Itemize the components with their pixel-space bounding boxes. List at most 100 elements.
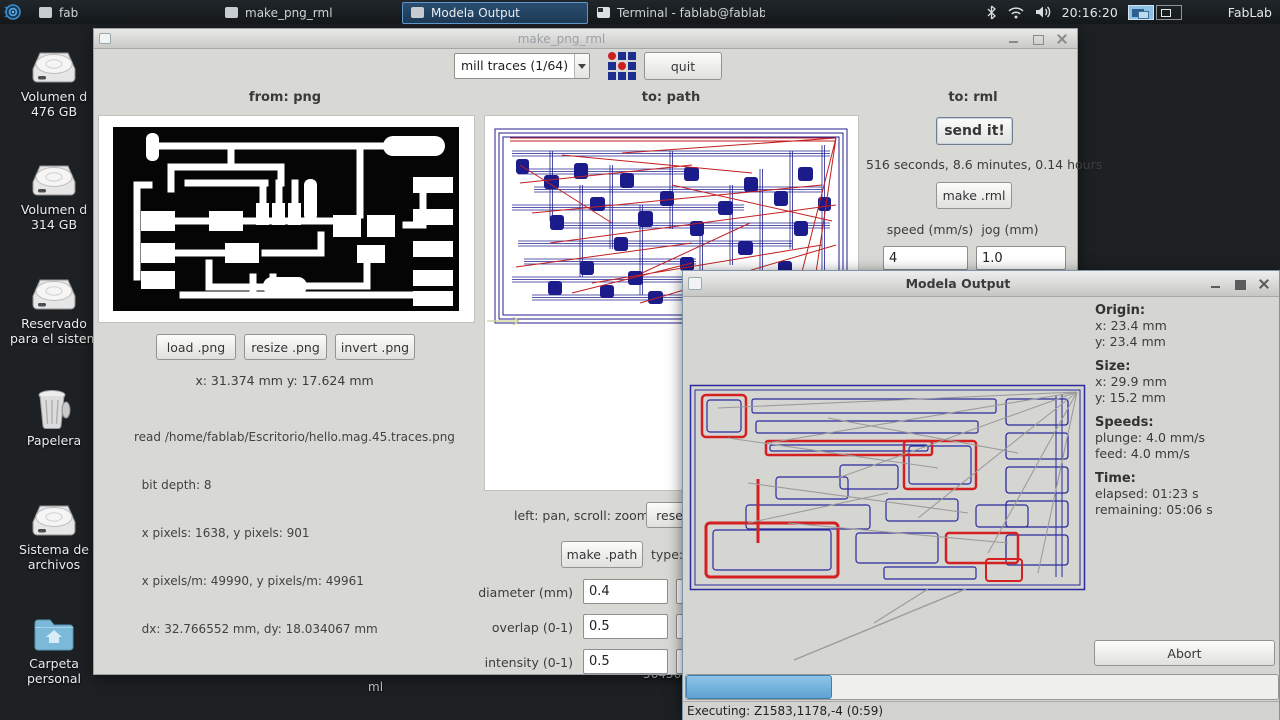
taskbar: fab make_png_rml Modela Output Terminal …	[0, 0, 1280, 24]
make-path-label: make .path	[566, 547, 638, 562]
icon-label-line: Volumen d	[20, 89, 88, 104]
overlap-input[interactable]	[583, 614, 668, 639]
workspace-2[interactable]	[1155, 4, 1182, 20]
titlebar[interactable]: Modela Output	[683, 271, 1279, 297]
png-image-panel[interactable]	[98, 115, 475, 323]
send-it-button[interactable]: send it!	[936, 117, 1013, 145]
speeds-header: Speeds:	[1095, 415, 1154, 430]
close-icon[interactable]	[1055, 33, 1069, 45]
wifi-icon[interactable]	[1007, 5, 1025, 19]
make-path-button[interactable]: make .path	[561, 541, 643, 568]
make-rml-label: make .rml	[942, 188, 1006, 203]
to-rml-header: to: rml	[948, 90, 998, 105]
intensity-label: intensity (0-1)	[484, 655, 573, 670]
process-select[interactable]: mill traces (1/64)	[454, 53, 590, 79]
desktop-icon-trash[interactable]: Papelera	[10, 388, 98, 448]
origin-arrow-icon	[487, 316, 520, 326]
load-png-button[interactable]: load .png	[156, 334, 236, 360]
taskbar-window-label: make_png_rml	[245, 5, 333, 20]
window-icon	[39, 7, 52, 18]
icon-label-line: personal	[27, 671, 81, 686]
png-info-line: x pixels/m: 49990, y pixels/m: 49961	[134, 574, 364, 588]
quit-button-label: quit	[670, 58, 696, 74]
taskbar-window-fab[interactable]: fab	[30, 2, 216, 24]
plunge-speed: plunge: 4.0 mm/s	[1095, 430, 1205, 445]
window-icon	[225, 7, 238, 18]
png-info-block: read /home/fablab/Escritorio/hello.mag.4…	[134, 397, 455, 669]
resize-png-label: resize .png	[251, 339, 320, 355]
invert-png-button[interactable]: invert .png	[335, 334, 415, 360]
jog-label: jog (mm)	[981, 222, 1039, 237]
intensity-input[interactable]	[583, 649, 668, 674]
icon-label-line: 314 GB	[30, 217, 78, 232]
to-path-header: to: path	[641, 90, 701, 105]
make-rml-button[interactable]: make .rml	[936, 182, 1012, 209]
invert-png-label: invert .png	[340, 339, 410, 355]
size-header: Size:	[1095, 359, 1131, 374]
maximize-icon[interactable]	[1031, 33, 1045, 45]
maximize-icon[interactable]	[1233, 278, 1247, 290]
desktop-icon-reservado[interactable]: Reservado para el sistem	[10, 275, 98, 346]
app-logo-icon[interactable]	[4, 3, 22, 21]
desktop-icon-home[interactable]: Carpeta personal	[10, 615, 98, 686]
png-info-line: bit depth: 8	[134, 478, 212, 492]
taskbar-window-terminal[interactable]: Terminal - fablab@fablab-...	[588, 2, 774, 24]
taskbar-window-make-png-rml[interactable]: make_png_rml	[216, 2, 402, 24]
desktop-screen: fab make_png_rml Modela Output Terminal …	[0, 0, 1280, 720]
dropdown-arrow-icon[interactable]	[574, 54, 589, 78]
workspace-switcher[interactable]	[1127, 4, 1182, 20]
process-select-value: mill traces (1/64)	[461, 58, 569, 73]
png-info-line: x pixels: 1638, y pixels: 901	[134, 526, 310, 540]
progress-bar	[685, 674, 1279, 700]
time-remaining: remaining: 05:06 s	[1095, 502, 1213, 517]
rml-time-estimate: 516 seconds, 8.6 minutes, 0.14 hours	[866, 157, 1103, 172]
taskbar-window-modela-output[interactable]: Modela Output	[402, 1, 588, 24]
send-it-label: send it!	[944, 123, 1005, 139]
icon-label-line: Sistema de	[19, 542, 89, 557]
icon-label-line: archivos	[27, 557, 81, 572]
job-info-panel: Origin: x: 23.4 mm y: 23.4 mm Size: x: 2…	[1095, 303, 1277, 527]
minimize-icon[interactable]	[1007, 33, 1021, 45]
progress-fill	[686, 675, 833, 699]
drive-icon	[32, 52, 76, 83]
minimize-icon[interactable]	[1209, 278, 1223, 290]
taskbar-window-label: Modela Output	[431, 5, 520, 20]
milling-progress-plot	[689, 384, 1086, 661]
terminal-icon	[597, 7, 610, 18]
origin-y: y: 23.4 mm	[1095, 334, 1166, 349]
pcb-png-image	[113, 127, 459, 311]
icon-label-line: Papelera	[26, 433, 82, 448]
abort-label: Abort	[1167, 645, 1202, 661]
diameter-input[interactable]	[583, 579, 668, 604]
status-bar: Executing: Z1583,1178,-4 (0:59)	[683, 701, 1279, 720]
jog-input[interactable]	[976, 246, 1066, 270]
window-icon	[688, 277, 702, 290]
titlebar[interactable]: make_png_rml	[94, 29, 1077, 49]
drive-icon	[32, 165, 76, 196]
close-icon[interactable]	[1257, 278, 1271, 290]
speed-input[interactable]	[883, 246, 968, 270]
fab-modules-icon	[608, 52, 636, 80]
desktop-icon-filesystem[interactable]: Sistema de archivos	[10, 501, 98, 572]
resize-png-button[interactable]: resize .png	[244, 334, 327, 360]
folder-icon	[34, 619, 74, 651]
quit-button[interactable]: quit	[644, 52, 722, 80]
bluetooth-icon[interactable]	[986, 5, 997, 20]
drive-icon	[32, 505, 76, 536]
clock[interactable]: 20:16:20	[1062, 5, 1118, 20]
origin-header: Origin:	[1095, 303, 1146, 318]
workspace-1[interactable]	[1127, 4, 1154, 20]
abort-button[interactable]: Abort	[1094, 640, 1275, 666]
volume-icon[interactable]	[1035, 5, 1052, 19]
pan-zoom-hint: left: pan, scroll: zoom	[514, 508, 649, 523]
size-x: x: 29.9 mm	[1095, 374, 1167, 389]
window-title: make_png_rml	[517, 31, 606, 46]
modela-output-window: Modela Output Origin: x: 23.4 mm y: 23.4…	[682, 270, 1280, 720]
desktop-icon-volume-476[interactable]: Volumen d 476 GB	[10, 48, 98, 119]
desktop-icon-volume-314[interactable]: Volumen d 314 GB	[10, 161, 98, 232]
icon-label-line: Reservado	[21, 316, 87, 331]
icon-label-line: Volumen d	[20, 202, 88, 217]
desktop-label-fragment: ml	[368, 680, 384, 694]
load-png-label: load .png	[166, 339, 226, 355]
trash-icon	[38, 390, 71, 430]
